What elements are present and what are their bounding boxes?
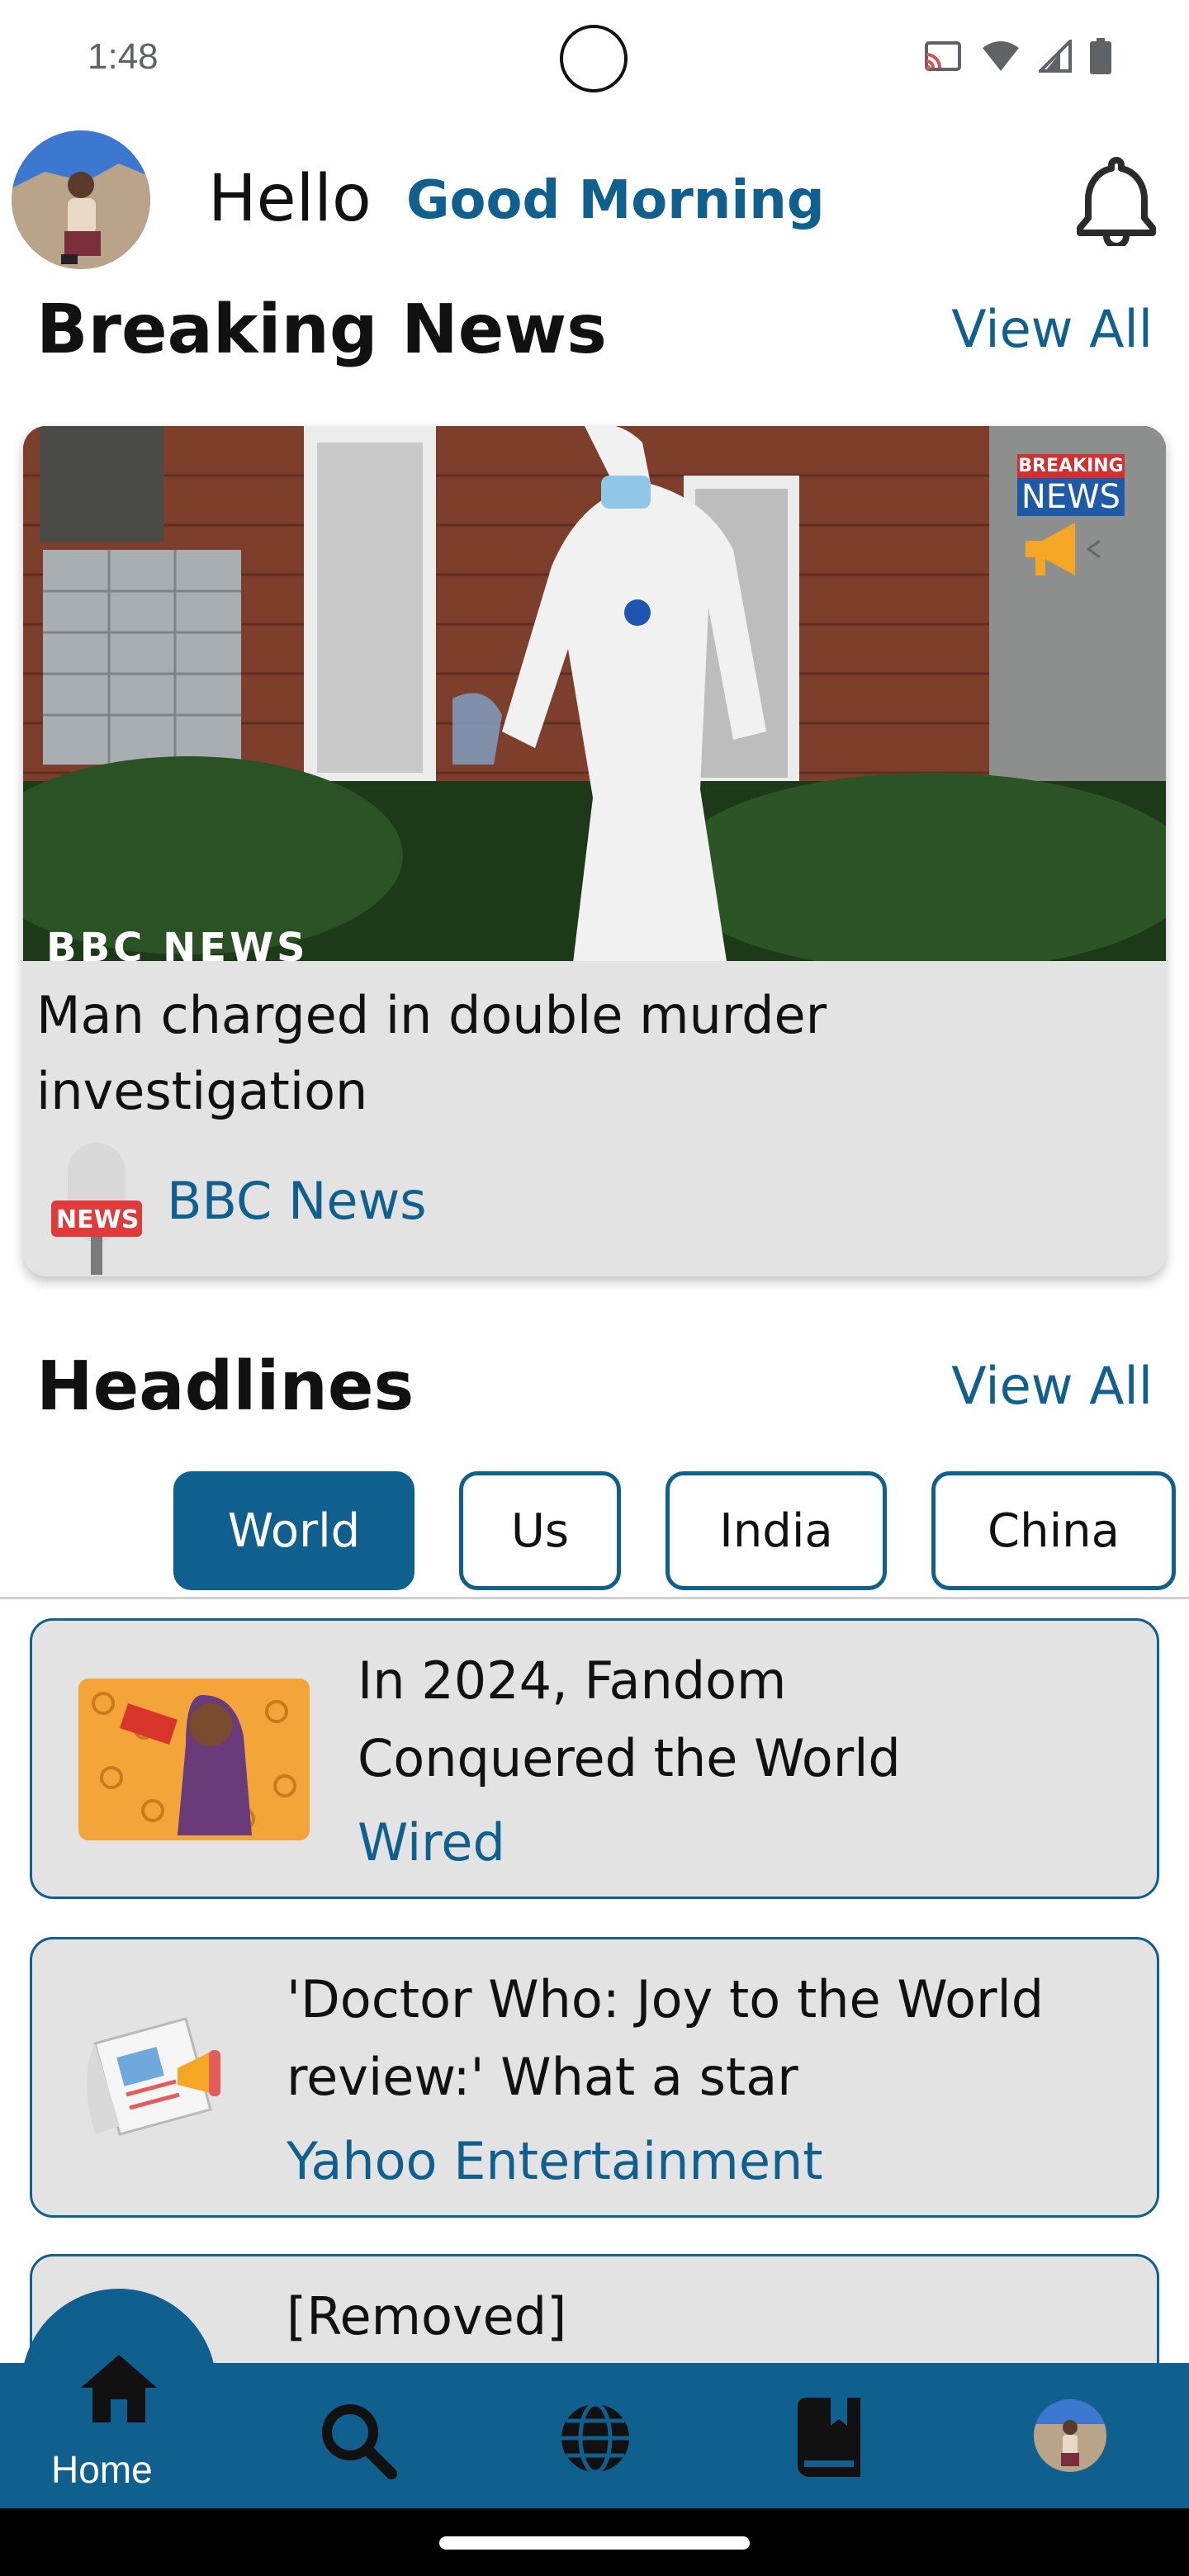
profile-avatar[interactable] <box>1034 2399 1106 2472</box>
breaking-news-card[interactable]: BBC NEWS BREAKING NEWS Man charged in do… <box>23 426 1166 1276</box>
breaking-source: BBC News <box>167 1171 427 1231</box>
headline-title-line1: In 2024, Fandom <box>358 1650 787 1711</box>
tabs-divider <box>0 1597 1189 1599</box>
breaking-headline[interactable]: Man charged in double murder investigati… <box>36 978 1126 1129</box>
badge-bottom-text: NEWS <box>1017 478 1125 516</box>
home-icon[interactable] <box>78 2351 160 2426</box>
breaking-news-badge: BREAKING NEWS <box>1017 454 1125 585</box>
tab-china[interactable]: China <box>931 1471 1176 1590</box>
user-avatar[interactable] <box>12 130 150 269</box>
bell-icon[interactable] <box>1073 154 1159 249</box>
nav-home-label[interactable]: Home <box>51 2447 153 2492</box>
headline-card[interactable]: 'Doctor Who: Joy to the World review:' W… <box>30 1937 1159 2218</box>
badge-top-text: BREAKING <box>1017 454 1125 478</box>
bookmark-book-icon[interactable] <box>798 2398 864 2477</box>
headline-source: Wired <box>358 1812 505 1873</box>
headline-source: Yahoo Entertainment <box>287 2131 823 2191</box>
search-icon[interactable] <box>319 2401 398 2480</box>
globe-icon[interactable] <box>558 2401 632 2475</box>
news-photo <box>23 426 1166 961</box>
newspaper-megaphone-icon <box>78 2002 244 2151</box>
breaking-view-all-link[interactable]: View All <box>951 299 1153 359</box>
headline-card[interactable]: In 2024, Fandom Conquered the World Wire… <box>30 1618 1159 1899</box>
headline-title-line1: [Removed] <box>287 2286 567 2346</box>
wifi-icon <box>983 41 1019 71</box>
headlines-view-all-link[interactable]: View All <box>951 1356 1153 1416</box>
greeting-text: Good Morning <box>406 170 825 231</box>
status-time: 1:48 <box>88 36 159 77</box>
signal-icon <box>1039 40 1072 73</box>
tab-india[interactable]: India <box>666 1471 887 1590</box>
headline-thumbnail <box>78 1679 310 1840</box>
headline-title-line1: 'Doctor Who: Joy to the World <box>287 1969 1045 2029</box>
mic-label: NEWS <box>56 1205 140 1234</box>
battery-icon <box>1090 38 1111 74</box>
status-icons <box>923 38 1111 74</box>
home-gesture-handle[interactable] <box>439 2536 750 2550</box>
image-watermark: BBC NEWS <box>46 925 309 961</box>
tab-us[interactable]: Us <box>459 1471 621 1590</box>
front-camera <box>560 25 628 92</box>
tab-world[interactable]: World <box>173 1471 414 1590</box>
headline-title-line2: Conquered the World <box>358 1728 901 1788</box>
breaking-news-image: BBC NEWS BREAKING NEWS <box>23 426 1166 961</box>
cast-icon <box>925 41 961 71</box>
breaking-news-title: Breaking News <box>36 291 607 369</box>
hello-text: Hello <box>208 162 372 236</box>
news-mic-icon: NEWS <box>51 1143 142 1275</box>
headlines-title: Headlines <box>36 1347 414 1426</box>
megaphone-icon <box>1026 523 1101 575</box>
avatar-photo <box>12 130 150 269</box>
headline-title-line2: review:' What a star <box>287 2047 798 2107</box>
